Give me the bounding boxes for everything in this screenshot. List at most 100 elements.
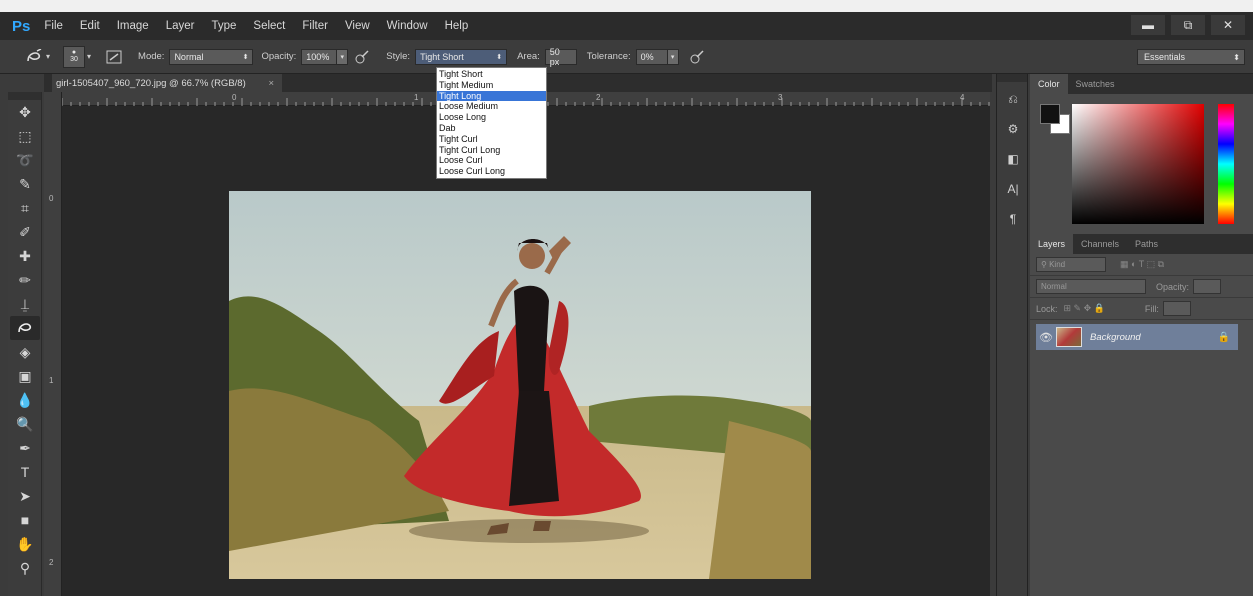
- tab-channels[interactable]: Channels: [1073, 234, 1127, 254]
- brush-tool-icon[interactable]: ✏: [10, 268, 40, 292]
- tab-swatches[interactable]: Swatches: [1068, 74, 1123, 94]
- tab-paths[interactable]: Paths: [1127, 234, 1166, 254]
- tolerance-value: 0%: [640, 51, 654, 62]
- art-history-brush-tool-icon[interactable]: [10, 316, 40, 340]
- document-tab-title: girl-1505407_960_720.jpg @ 66.7% (RGB/8): [56, 77, 246, 89]
- eraser-tool-icon[interactable]: ◈: [10, 340, 40, 364]
- eye-icon[interactable]: 👁: [1036, 331, 1056, 344]
- menu-image[interactable]: Image: [117, 20, 149, 32]
- filter-icons[interactable]: ▦ ◐ T ⬚ ⧉: [1120, 259, 1164, 270]
- paragraph-panel-icon[interactable]: ¶: [999, 206, 1027, 232]
- minimize-button[interactable]: ▬: [1131, 15, 1165, 35]
- brush-panel-toggle-icon[interactable]: [104, 47, 124, 67]
- foreground-color-swatch[interactable]: [1040, 104, 1060, 124]
- layer-opacity-label: Opacity:: [1156, 281, 1190, 292]
- workspace-value: Essentials: [1144, 52, 1186, 62]
- menu-edit[interactable]: Edit: [80, 20, 100, 32]
- clone-stamp-tool-icon[interactable]: ⍊: [10, 292, 40, 316]
- style-option-dab[interactable]: Dab: [437, 123, 546, 134]
- layer-filter-row: ⚲ Kind ▦ ◐ T ⬚ ⧉: [1030, 254, 1253, 276]
- hand-tool-icon[interactable]: ✋: [10, 532, 40, 556]
- marquee-tool-icon[interactable]: ⬚: [10, 124, 40, 148]
- gradient-tool-icon[interactable]: ▣: [10, 364, 40, 388]
- menu-file[interactable]: File: [44, 20, 63, 32]
- crop-tool-icon[interactable]: ⌗: [10, 196, 40, 220]
- document-close-icon[interactable]: ×: [268, 78, 274, 89]
- style-option-loose-curl-long[interactable]: Loose Curl Long: [437, 166, 546, 177]
- tab-layers[interactable]: Layers: [1030, 234, 1074, 254]
- top-strip: [0, 0, 1253, 12]
- brush-size-picker[interactable]: ● 30: [63, 45, 86, 68]
- zoom-tool-icon[interactable]: ⚲: [10, 556, 40, 580]
- opacity-dropdown-arrow[interactable]: ▾: [337, 48, 349, 65]
- panel-icon-dock: ⎌ ⚙ ◧ A| ¶: [996, 74, 1028, 596]
- move-tool-icon[interactable]: ✥: [10, 100, 40, 124]
- style-option-tight-curl-long[interactable]: Tight Curl Long: [437, 145, 546, 156]
- brush-picker-arrow-icon[interactable]: ▾: [87, 52, 91, 61]
- style-select[interactable]: Tight Short ⬍: [415, 48, 508, 65]
- layer-blend-row: Normal Opacity:: [1030, 276, 1253, 298]
- style-label: Style:: [386, 51, 411, 62]
- ruler-top-label-4: 4: [960, 93, 965, 102]
- document-tab[interactable]: girl-1505407_960_720.jpg @ 66.7% (RGB/8)…: [52, 74, 282, 92]
- restore-button[interactable]: ⧉: [1171, 15, 1205, 35]
- style-option-loose-medium[interactable]: Loose Medium: [437, 101, 546, 112]
- style-option-tight-short[interactable]: Tight Short: [437, 69, 546, 80]
- style-option-tight-long[interactable]: Tight Long: [437, 90, 546, 102]
- close-button[interactable]: ✕: [1211, 15, 1245, 35]
- document-photo[interactable]: [229, 191, 811, 579]
- fill-field[interactable]: [1162, 301, 1191, 316]
- properties-panel-icon[interactable]: ⚙: [999, 116, 1027, 142]
- brush-dot-icon: ●: [71, 49, 77, 56]
- area-field[interactable]: 50 px: [544, 47, 577, 67]
- fill-label: Fill:: [1144, 303, 1159, 314]
- tool-preset-arrow-icon[interactable]: ▾: [46, 52, 50, 61]
- brush-size-value: 30: [70, 56, 78, 63]
- lasso-tool-icon[interactable]: ➰: [10, 148, 40, 172]
- layer-name: Background: [1090, 331, 1141, 343]
- blur-tool-icon[interactable]: 💧: [10, 388, 40, 412]
- dodge-tool-icon[interactable]: 🔍: [10, 412, 40, 436]
- layer-row-background[interactable]: 👁 Background 🔒: [1036, 324, 1238, 350]
- pressure-size-icon[interactable]: [687, 47, 707, 67]
- mode-select[interactable]: Normal ⬍: [169, 48, 254, 65]
- menu-help[interactable]: Help: [445, 20, 469, 32]
- eyedropper-tool-icon[interactable]: ✐: [10, 220, 40, 244]
- opacity-field[interactable]: 100%: [301, 48, 338, 65]
- rectangle-tool-icon[interactable]: ■: [10, 508, 40, 532]
- menu-view[interactable]: View: [345, 20, 370, 32]
- style-option-loose-curl[interactable]: Loose Curl: [437, 155, 546, 166]
- color-picker-field[interactable]: [1072, 104, 1204, 224]
- quick-select-tool-icon[interactable]: ✎: [10, 172, 40, 196]
- hue-slider[interactable]: [1218, 104, 1234, 224]
- tab-color[interactable]: Color: [1030, 74, 1068, 94]
- workspace-switcher[interactable]: Essentials: [1137, 49, 1245, 65]
- healing-brush-tool-icon[interactable]: ✚: [10, 244, 40, 268]
- tolerance-dropdown-arrow[interactable]: ▾: [667, 48, 679, 65]
- blend-mode-select[interactable]: Normal: [1036, 279, 1146, 294]
- menu-type[interactable]: Type: [211, 20, 236, 32]
- right-panels: Color Swatches Layers Channels Paths ⚲ K…: [1030, 74, 1253, 596]
- menu-filter[interactable]: Filter: [302, 20, 328, 32]
- style-option-tight-medium[interactable]: Tight Medium: [437, 80, 546, 91]
- lock-icons[interactable]: ⊞ ✎ ✥ 🔒: [1064, 303, 1105, 314]
- history-panel-icon[interactable]: ⎌: [999, 86, 1027, 112]
- character-panel-icon[interactable]: A|: [999, 176, 1027, 202]
- type-tool-icon[interactable]: T: [10, 460, 40, 484]
- layer-opacity-field[interactable]: [1193, 279, 1222, 294]
- style-option-loose-long[interactable]: Loose Long: [437, 112, 546, 123]
- menu-layer[interactable]: Layer: [166, 20, 195, 32]
- ps-logo: Ps: [12, 17, 31, 35]
- style-option-tight-curl[interactable]: Tight Curl: [437, 134, 546, 145]
- path-selection-tool-icon[interactable]: ➤: [10, 484, 40, 508]
- layer-kind-filter[interactable]: ⚲ Kind: [1036, 257, 1106, 272]
- art-history-brush-icon[interactable]: [24, 47, 44, 67]
- menu-select[interactable]: Select: [253, 20, 285, 32]
- search-icon: ⚲: [1041, 260, 1050, 269]
- adjustments-panel-icon[interactable]: ◧: [999, 146, 1027, 172]
- tolerance-field[interactable]: 0%: [635, 48, 668, 65]
- menu-window[interactable]: Window: [387, 20, 428, 32]
- pen-tool-icon[interactable]: ✒: [10, 436, 40, 460]
- pressure-opacity-icon[interactable]: [352, 47, 372, 67]
- color-panel: [1030, 94, 1253, 234]
